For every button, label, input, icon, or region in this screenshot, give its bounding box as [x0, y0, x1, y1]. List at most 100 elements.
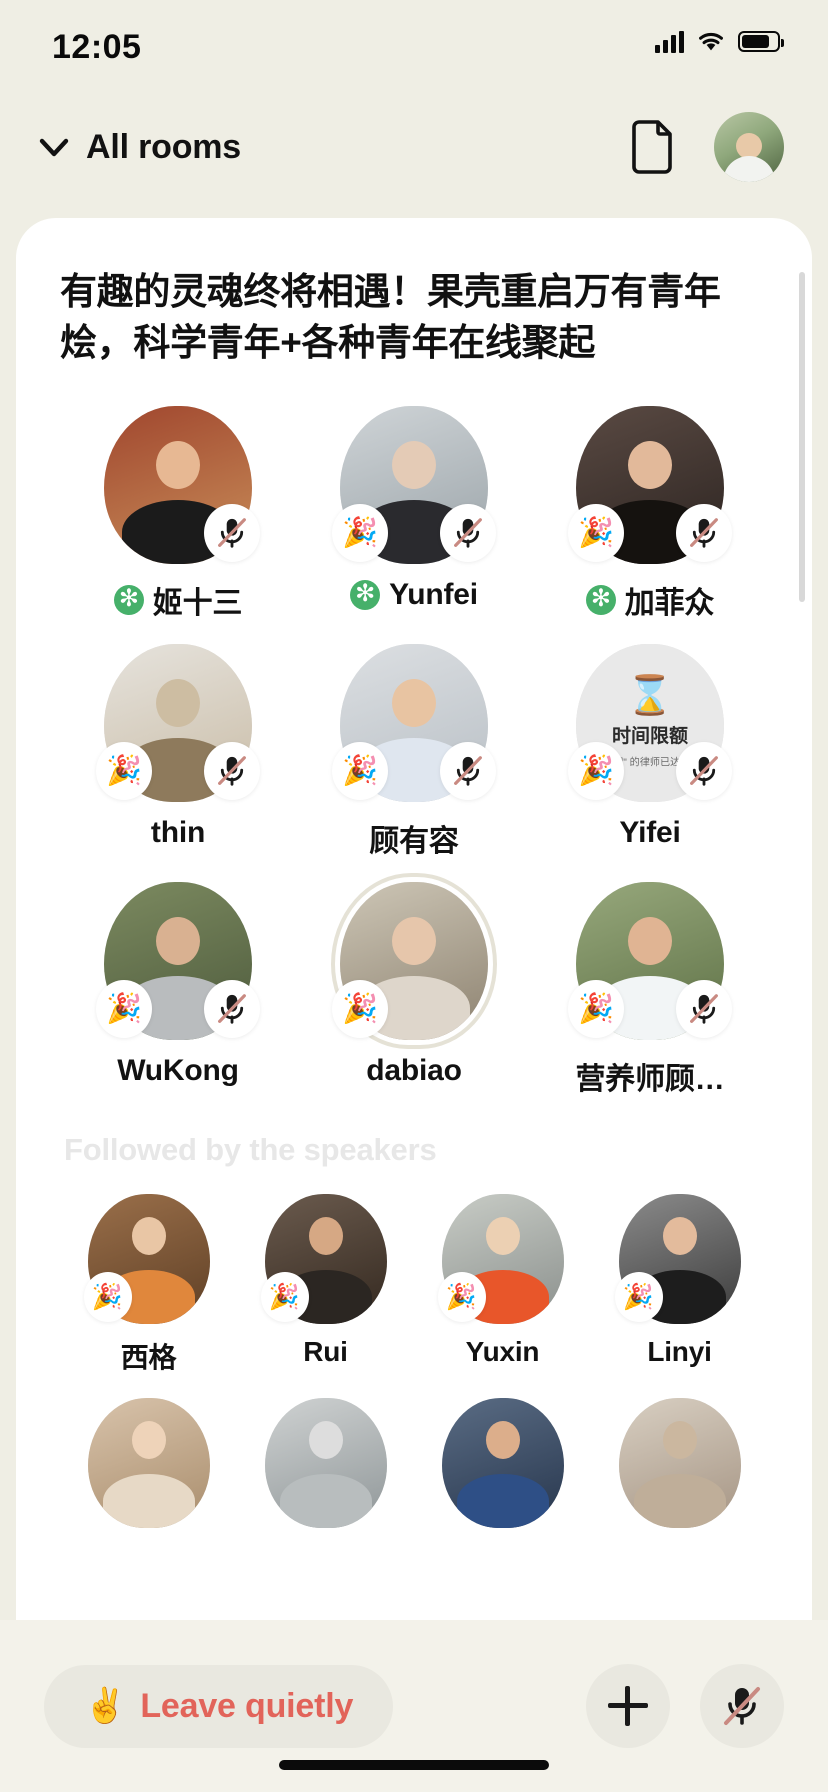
room-title: 有趣的灵魂终将相遇！果壳重启万有青年烩，科学青年+各种青年在线聚起 [60, 271, 721, 364]
avatar-wrapper: 🎉 [614, 1194, 741, 1325]
document-icon[interactable] [630, 120, 674, 174]
participant-tile[interactable]: 🎉 dabiao [296, 882, 532, 1098]
participant-tile[interactable]: 🎉 ✻ 加菲众 [532, 406, 768, 622]
mic-muted-badge [204, 980, 260, 1039]
participant-name: Linyi [647, 1336, 712, 1368]
participant-name-text: dabiao [366, 1054, 462, 1088]
microphone-muted-icon [454, 756, 482, 786]
leave-quietly-label: Leave quietly [140, 1686, 354, 1725]
party-popper-icon: 🎉 [96, 980, 152, 1039]
mic-muted-badge [440, 742, 496, 801]
participant-tile[interactable]: ✻ 姬十三 [60, 406, 296, 622]
avatar [87, 1398, 210, 1529]
avatar [264, 1398, 387, 1529]
photo-blonde-woman [87, 1398, 210, 1529]
nav-title: All rooms [86, 127, 242, 166]
microphone-muted-icon [218, 994, 246, 1024]
party-popper-icon: 🎉 [568, 504, 624, 563]
participant-tile[interactable]: ⌛ 时间限额 "畅聊" 的律师已达限额 🎉 Yifei [532, 644, 768, 860]
chevron-down-icon [39, 138, 69, 157]
participant-tile[interactable] [591, 1398, 768, 1529]
vertical-scrollbar[interactable] [799, 272, 805, 602]
party-popper-icon: 🎉 [332, 742, 388, 801]
avatar-wrapper [618, 1398, 741, 1529]
speaker-star-icon: ✻ [113, 585, 144, 616]
plus-icon [608, 1686, 648, 1726]
leave-quietly-button[interactable]: ✌️ Leave quietly [44, 1664, 394, 1748]
participant-name: Rui [303, 1336, 348, 1368]
microphone-muted-icon [690, 518, 718, 548]
party-popper-icon: 🎉 [332, 980, 388, 1039]
speaker-star-icon: ✻ [350, 580, 381, 611]
followed-section-label: Followed by the speakers [64, 1132, 437, 1168]
profile-avatar[interactable] [714, 112, 784, 182]
avatar-wrapper [87, 1398, 210, 1529]
party-popper-icon: 🎉 [614, 1272, 663, 1323]
participant-name-text: 西格 [120, 1342, 177, 1374]
followers-grid: 🎉 西格 🎉 Rui 🎉 Yuxin 🎉 Linyi [60, 1194, 768, 1376]
mute-toggle-button[interactable] [700, 1664, 784, 1748]
participant-name: ✻ 姬十三 [113, 578, 243, 622]
participant-name: ✻ Yunfei [350, 578, 478, 612]
participant-name-text: Rui [303, 1336, 348, 1368]
avatar-wrapper [441, 1398, 564, 1529]
microphone-muted-icon [690, 756, 718, 786]
participant-tile[interactable]: 🎉 ✻ Yunfei [296, 406, 532, 622]
avatar-wrapper: 🎉 [568, 406, 732, 565]
participant-name: Yifei [619, 816, 680, 850]
status-bar: 12:05 [0, 0, 828, 92]
microphone-muted-icon [218, 518, 246, 548]
participant-name: 顾有容 [369, 816, 459, 860]
participant-name: dabiao [366, 1054, 462, 1088]
photo-cat [618, 1398, 741, 1529]
home-indicator [279, 1760, 549, 1770]
microphone-muted-icon [218, 756, 246, 786]
avatar-wrapper: 🎉 [437, 1194, 564, 1325]
participant-tile[interactable] [237, 1398, 414, 1529]
participant-name-text: Yifei [619, 816, 681, 850]
participant-tile[interactable]: 🎉 Rui [237, 1194, 414, 1376]
partial-followers-grid [60, 1398, 768, 1529]
participant-name-text: thin [150, 816, 206, 850]
photo-mountain [264, 1398, 387, 1529]
speakers-grid: ✻ 姬十三 🎉 ✻ Yunfei 🎉 ✻ 加菲众 🎉 thin 🎉 顾有容 ⌛ 时间限额 "畅聊" 的律师已… [60, 406, 768, 1098]
microphone-muted-icon [690, 994, 718, 1024]
avatar-wrapper: 🎉 [96, 644, 260, 803]
participant-name: Yuxin [466, 1336, 540, 1368]
participant-tile[interactable] [60, 1398, 237, 1529]
avatar-wrapper: 🎉 [568, 882, 732, 1041]
add-button[interactable] [586, 1664, 670, 1748]
party-popper-icon: 🎉 [568, 742, 624, 801]
participant-name-text: 营养师顾… [575, 1063, 725, 1097]
participant-name: thin [151, 816, 205, 850]
mic-muted-badge [676, 504, 732, 563]
speaker-star-icon: ✻ [585, 585, 616, 616]
photo-blue-shirt [441, 1398, 564, 1529]
mic-muted-badge [204, 504, 260, 563]
nav-actions [630, 112, 784, 182]
avatar-wrapper: 🎉 [96, 882, 260, 1041]
all-rooms-button[interactable]: All rooms [36, 128, 241, 167]
party-popper-icon: 🎉 [437, 1272, 486, 1323]
participant-name-text: WuKong [117, 1054, 239, 1088]
microphone-muted-icon [454, 518, 482, 548]
participant-tile[interactable]: 🎉 顾有容 [296, 644, 532, 860]
participant-tile[interactable] [414, 1398, 591, 1529]
avatar-wrapper: 🎉 [332, 644, 496, 803]
participant-tile[interactable]: 🎉 WuKong [60, 882, 296, 1098]
participant-name: 西格 [121, 1336, 177, 1376]
status-bar-indicators [655, 30, 784, 53]
participant-name-text: 顾有容 [369, 825, 459, 859]
room-scroll-area[interactable]: 有趣的灵魂终将相遇！果壳重启万有青年烩，科学青年+各种青年在线聚起 ✻ 姬十三 🎉 ✻… [16, 218, 812, 1684]
status-bar-time: 12:05 [52, 28, 142, 66]
hourglass-icon: ⌛ [626, 674, 674, 717]
participant-tile[interactable]: 🎉 西格 [60, 1194, 237, 1376]
avatar-wrapper: 🎉 [332, 406, 496, 565]
participant-tile[interactable]: 🎉 Yuxin [414, 1194, 591, 1376]
participant-tile[interactable]: 🎉 thin [60, 644, 296, 860]
party-popper-icon: 🎉 [332, 504, 388, 563]
participant-tile[interactable]: 🎉 Linyi [591, 1194, 768, 1376]
participant-name-text: 姬十三 [152, 587, 243, 621]
participant-name: WuKong [117, 1054, 239, 1088]
participant-tile[interactable]: 🎉 营养师顾… [532, 882, 768, 1098]
